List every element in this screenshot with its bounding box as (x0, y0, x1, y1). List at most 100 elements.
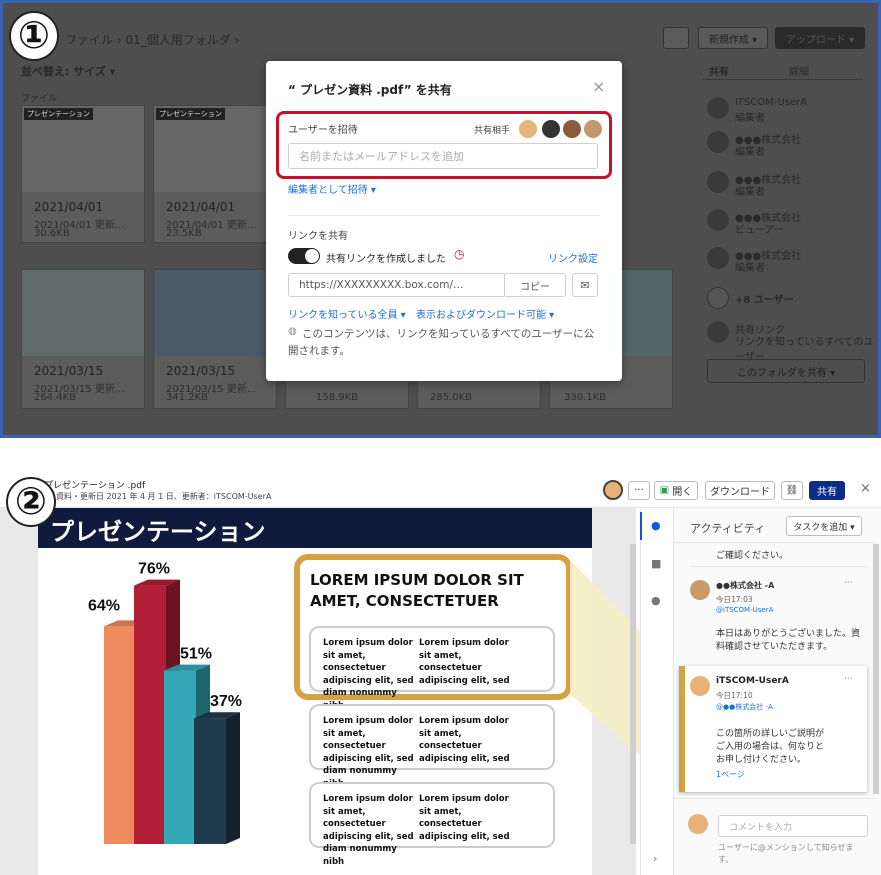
person-role[interactable]: 編集者 (735, 259, 765, 274)
open-button[interactable]: ▣ 開く (654, 481, 698, 500)
file-thumbnail (22, 270, 144, 356)
file-tile[interactable]: 2021/03/15 2021/03/15 更新... 341.2KB (153, 269, 277, 409)
bar-chart: 64% 76% 51% 37% (88, 561, 242, 844)
avatar (707, 131, 729, 153)
breadcrumb[interactable]: ファイル › 01_個人用フォルダ › (65, 31, 239, 48)
avatar (690, 676, 710, 696)
comment-mention[interactable]: @iTSCOM-UserA (716, 606, 773, 614)
divider (288, 215, 600, 216)
file-size: 285.0KB (430, 392, 473, 403)
share-with-label: 共有相手 (474, 126, 511, 136)
comment-author: iTSCOM-UserA (716, 676, 789, 686)
comment-time: 今日17:03 (716, 595, 753, 604)
comment-menu[interactable]: ··· (844, 578, 853, 588)
info-icon[interactable]: ■ (651, 557, 661, 570)
more-users[interactable]: +8 ユーザー (735, 291, 794, 306)
activity-title: アクティビティ (690, 522, 766, 535)
share-folder-button[interactable]: このフォルダを共有 ▾ (707, 359, 865, 383)
card-text: Lorem ipsum dolor sit amet, consectetuer… (419, 716, 510, 764)
bar (104, 626, 136, 844)
close-icon[interactable]: × (592, 77, 605, 96)
avatar (707, 247, 729, 269)
card-text: Lorem ipsum dolor sit amet, consectetuer… (323, 794, 414, 867)
card-text: Lorem ipsum dolor sit amet, consectetuer… (419, 638, 510, 686)
file-tile[interactable]: 2021/03/15 2021/03/15 更新... 264.4KB (21, 269, 145, 409)
page-link[interactable]: 1ページ (716, 769, 745, 780)
permission-dropdown[interactable]: 表示およびダウンロード可能 ▾ (416, 306, 554, 321)
access-dropdown[interactable]: リンクを知っている全員 ▾ (288, 306, 406, 321)
add-task-button[interactable]: タスクを追加 ▾ (786, 516, 862, 536)
scrollbar[interactable] (630, 544, 636, 844)
copy-button[interactable]: コピー (504, 273, 566, 297)
link-icon[interactable]: ⛓ (781, 481, 803, 500)
more-button[interactable]: ··· (628, 481, 650, 500)
avatar (603, 480, 623, 500)
bar (194, 718, 226, 844)
comment-mention[interactable]: @●●株式会社 -A (716, 702, 773, 712)
panel-preview: ② プレゼンテーション .pdf 資料・更新日 2021 年 4 月 1 日、更… (0, 474, 881, 875)
panel-file-share: ① ファイル › 01_個人用フォルダ › 並べ替え: サイズ ▾ ファイル 新… (0, 0, 881, 438)
clock-icon[interactable]: ● (651, 594, 661, 607)
link-section-label: リンクを共有 (288, 231, 348, 242)
comment-menu[interactable]: ··· (844, 674, 853, 684)
email-icon[interactable]: ✉ (572, 273, 598, 297)
invite-input[interactable]: 名前またはメールアドレスを追加 (288, 143, 598, 169)
close-icon[interactable]: × (860, 481, 871, 496)
tab-share[interactable]: 共有 (709, 63, 729, 78)
person-name: iTSCOM-UserA (735, 97, 807, 108)
thumb-title: プレゼンテーション (24, 108, 93, 120)
open-label: 開く (672, 487, 693, 498)
bar (164, 670, 196, 844)
add-user-icon[interactable] (707, 287, 729, 309)
avatar (690, 580, 710, 600)
person-role[interactable]: ビューアー (735, 221, 784, 236)
person-role[interactable]: 編集者 (735, 143, 765, 158)
divider (703, 79, 863, 80)
tab-info[interactable]: 詳細 (789, 63, 809, 78)
share-button[interactable]: 共有 (809, 481, 845, 500)
sort-control[interactable]: 並べ替え: サイズ ▾ (21, 63, 115, 79)
avatar (542, 120, 560, 138)
file-tile[interactable]: プレゼンテーション 2021/04/01 2021/04/01 更新... 23… (153, 105, 277, 243)
file-tile[interactable]: プレゼンテーション 2021/04/01 2021/04/01 更新... 30… (21, 105, 145, 243)
avatar (584, 120, 602, 138)
comment-text: ご確認ください。 (716, 551, 789, 561)
text-card: Lorem ipsum dolor sit amet, consectetuer… (309, 626, 555, 711)
avatar (707, 321, 729, 343)
file-thumbnail (154, 270, 276, 356)
filter-icon[interactable] (663, 27, 689, 49)
data-label: 51% (180, 646, 212, 663)
invite-label: ユーザーを招待 (288, 125, 358, 136)
upload-button[interactable]: アップロード ▾ (775, 27, 865, 49)
chevron-right-icon[interactable]: › (653, 852, 657, 865)
active-indicator (640, 512, 642, 540)
comment-icon[interactable]: ● (651, 519, 661, 532)
person-role[interactable]: 編集者 (735, 109, 765, 124)
person-role[interactable]: 編集者 (735, 183, 765, 198)
avatar (688, 814, 708, 834)
file-date: 2021/04/01 (166, 200, 236, 214)
share-link-toggle[interactable] (288, 248, 320, 264)
text-card: Lorem ipsum dolor sit amet, consectetuer… (309, 704, 555, 789)
comment-input[interactable]: コメントを入力 (718, 815, 868, 837)
comment-hint: ユーザーに@メンションして知らせます。 (718, 843, 854, 864)
file-date: 2021/03/15 (34, 364, 104, 378)
thumb-title: プレゼンテーション (156, 108, 225, 120)
avatar (707, 97, 729, 119)
new-button[interactable]: 新規作成 ▾ (698, 27, 768, 49)
link-url-field[interactable]: https://XXXXXXXXX.box.com/… (288, 273, 506, 297)
clock-icon: ◷ (454, 247, 465, 261)
slide-title: プレゼンテーション (50, 518, 266, 546)
comment-time: 今日17:10 (716, 691, 753, 700)
scrollbar[interactable] (873, 544, 879, 794)
file-size: 341.2KB (166, 392, 209, 403)
download-button[interactable]: ダウンロード (705, 481, 775, 500)
dialog-title: “ プレゼン資料 .pdf” を共有 (288, 83, 452, 97)
share-dialog: “ プレゼン資料 .pdf” を共有 × ユーザーを招待 共有相手 名前またはメ… (266, 61, 622, 381)
invite-role-dropdown[interactable]: 編集者として招待 ▾ (288, 181, 376, 196)
file-size: 158.9KB (316, 392, 359, 403)
comment-author: ●●株式会社 -A (716, 581, 775, 590)
divider (674, 798, 874, 799)
link-settings-link[interactable]: リンク設定 (548, 250, 598, 265)
card-text: Lorem ipsum dolor sit amet, consectetuer… (323, 638, 414, 711)
